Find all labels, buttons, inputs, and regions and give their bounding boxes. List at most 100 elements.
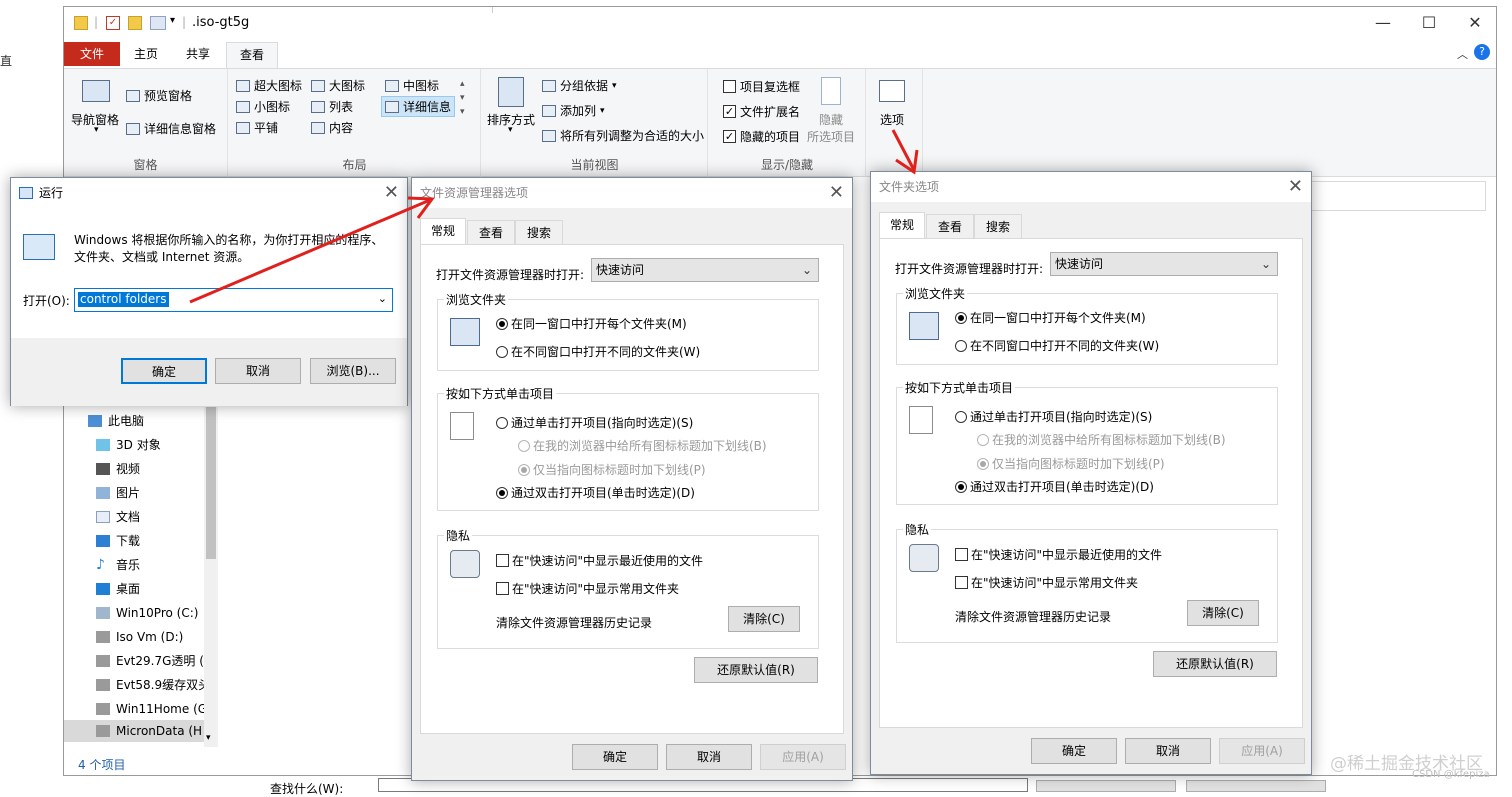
layout-medium-icons[interactable]: 中图标 [385,77,439,94]
tab-general[interactable]: 常规 [420,218,466,244]
layout-tiles[interactable]: 平铺 [236,119,278,136]
tab-view[interactable]: 查看 [226,42,278,69]
add-column-button[interactable]: 添加列 ▾ [542,102,605,119]
cancel-button[interactable]: 取消 [666,744,752,770]
tab-general[interactable]: 常规 [879,212,925,238]
tab-search[interactable]: 搜索 [515,220,563,244]
help-icon[interactable]: ? [1474,44,1490,60]
tab-file[interactable]: 文件 [64,42,120,66]
browse-new-window-radio[interactable]: 在不同窗口中打开不同的文件夹(W) [496,343,700,360]
close-icon[interactable]: ✕ [829,180,844,206]
single-click-radio[interactable]: 通过单击打开项目(指向时选定)(S) [496,414,693,431]
new-folder-icon[interactable] [128,16,142,30]
underline-point-radio: 仅当指向图标标题时加下划线(P) [518,461,706,478]
show-frequent-checkbox[interactable]: 在"快速访问"中显示常用文件夹 [496,580,679,597]
close-button[interactable]: ✕ [1452,11,1498,37]
customize-quick-access-icon[interactable]: ▾ [170,15,175,26]
file-extensions-toggle[interactable]: ✓ 文件扩展名 [723,103,800,120]
browse-same-window-radio[interactable]: 在同一窗口中打开每个文件夹(M) [496,315,687,332]
close-find-button[interactable] [1186,780,1326,792]
tab-view[interactable]: 查看 [467,220,515,244]
radio-unselected [955,339,967,352]
search-box[interactable] [1304,181,1486,211]
cancel-button[interactable]: 取消 [1125,738,1211,764]
browse-folders-icon [909,312,939,340]
layout-extra-large-icons[interactable]: 超大图标 [236,77,302,94]
chevron-down-icon: ⌄ [801,263,812,277]
chevron-up-icon[interactable]: ︿ [1457,46,1468,62]
drive-icon [96,655,110,667]
rename-icon[interactable] [150,16,166,30]
chevron-down-icon[interactable]: ▾ [206,733,211,743]
clear-button[interactable]: 清除(C) [728,606,800,632]
chevron-down-icon[interactable]: ⌄ [378,292,387,305]
nav-item-drive-f[interactable]: Evt58.9缓存双头 [96,674,210,696]
chevron-down-icon: ▾ [508,125,513,135]
run-command-input[interactable]: control folders ⌄ [74,288,393,312]
nav-item-3d-objects[interactable]: 3D 对象 [96,434,161,456]
scrollbar-thumb[interactable] [206,407,216,559]
hidden-items-toggle[interactable]: ✓ 隐藏的项目 [723,128,800,145]
apply-button: 应用(A) [760,744,846,770]
open-to-select[interactable]: 快速访问 ⌄ [1050,252,1278,276]
fit-columns-button[interactable]: 将所有列调整为合适的大小 [542,127,704,144]
tiles-icon [236,121,250,134]
tab-share[interactable]: 共享 [172,42,224,66]
nav-item-desktop[interactable]: 桌面 [96,578,140,600]
tab-home[interactable]: 主页 [124,42,168,66]
click-items-group: 按如下方式单击项目 通过单击打开项目(指向时选定)(S) 在我的浏览器中给所有图… [896,379,1278,505]
double-click-radio[interactable]: 通过双击打开项目(单击时选定)(D) [496,484,695,501]
nav-item-pictures[interactable]: 图片 [96,482,140,504]
tab-view[interactable]: 查看 [926,214,974,238]
close-icon[interactable]: ✕ [384,180,399,206]
layout-content[interactable]: 内容 [311,119,353,136]
radio-unselected [496,416,508,429]
options-button[interactable]: 选项 [880,111,904,128]
nav-item-videos[interactable]: 视频 [96,458,140,480]
ok-button[interactable]: 确定 [121,358,207,384]
ok-button[interactable]: 确定 [1031,738,1117,764]
nav-item-downloads[interactable]: 下载 [96,530,140,552]
single-click-radio[interactable]: 通过单击打开项目(指向时选定)(S) [955,408,1152,425]
maximize-button[interactable]: ☐ [1406,11,1452,37]
show-recent-checkbox[interactable]: 在"快速访问"中显示最近使用的文件 [955,546,1162,563]
preview-pane-button[interactable]: 预览窗格 [126,87,192,104]
radio-selected [518,463,530,476]
nav-item-documents[interactable]: 文档 [96,506,140,528]
layout-scroll-arrows[interactable]: ▴ ▾ ▾ [460,77,465,119]
show-frequent-checkbox[interactable]: 在"快速访问"中显示常用文件夹 [955,574,1138,591]
cancel-button[interactable]: 取消 [215,358,301,384]
details-pane-button[interactable]: 详细信息窗格 [126,120,216,137]
separator: | [94,15,99,29]
show-recent-checkbox[interactable]: 在"快速访问"中显示最近使用的文件 [496,552,703,569]
double-click-radio[interactable]: 通过双击打开项目(单击时选定)(D) [955,478,1154,495]
close-icon[interactable]: ✕ [1288,174,1303,200]
restore-defaults-button[interactable]: 还原默认值(R) [1153,651,1277,677]
nav-item-drive-e[interactable]: Evt29.7G透明 (E [96,650,212,672]
nav-item-drive-d[interactable]: Iso Vm (D:) [96,626,183,648]
nav-item-music[interactable]: ♪ 音乐 [96,554,140,576]
browse-same-window-radio[interactable]: 在同一窗口中打开每个文件夹(M) [955,309,1146,326]
dialog-tabs: 常规 查看 搜索 [420,218,844,246]
open-to-select[interactable]: 快速访问 ⌄ [591,258,819,282]
layout-details[interactable]: 详细信息 [381,96,456,117]
nav-item-drive-h[interactable]: MicronData (H [64,720,204,742]
properties-icon[interactable]: ✓ [106,16,120,30]
browse-new-window-radio[interactable]: 在不同窗口中打开不同的文件夹(W) [955,337,1159,354]
group-by-button[interactable]: 分组依据 ▾ [542,77,617,94]
nav-scrollbar[interactable]: ▾ [204,407,218,747]
layout-list[interactable]: 列表 [311,98,353,115]
tab-search[interactable]: 搜索 [974,214,1022,238]
minimize-button[interactable]: — [1360,11,1406,37]
browse-button[interactable]: 浏览(B)... [310,358,396,384]
layout-small-icons[interactable]: 小图标 [236,98,290,115]
layout-large-icons[interactable]: 大图标 [311,77,365,94]
find-next-button[interactable] [1036,780,1176,792]
ok-button[interactable]: 确定 [572,744,658,770]
nav-item-drive-c[interactable]: Win10Pro (C:) [96,602,198,624]
item-checkboxes-toggle[interactable]: 项目复选框 [723,78,800,95]
nav-item-this-pc[interactable]: 此电脑 [88,410,144,432]
restore-defaults-button[interactable]: 还原默认值(R) [694,657,818,683]
nav-item-drive-g[interactable]: Win11Home (G [96,698,207,720]
clear-button[interactable]: 清除(C) [1187,600,1259,626]
